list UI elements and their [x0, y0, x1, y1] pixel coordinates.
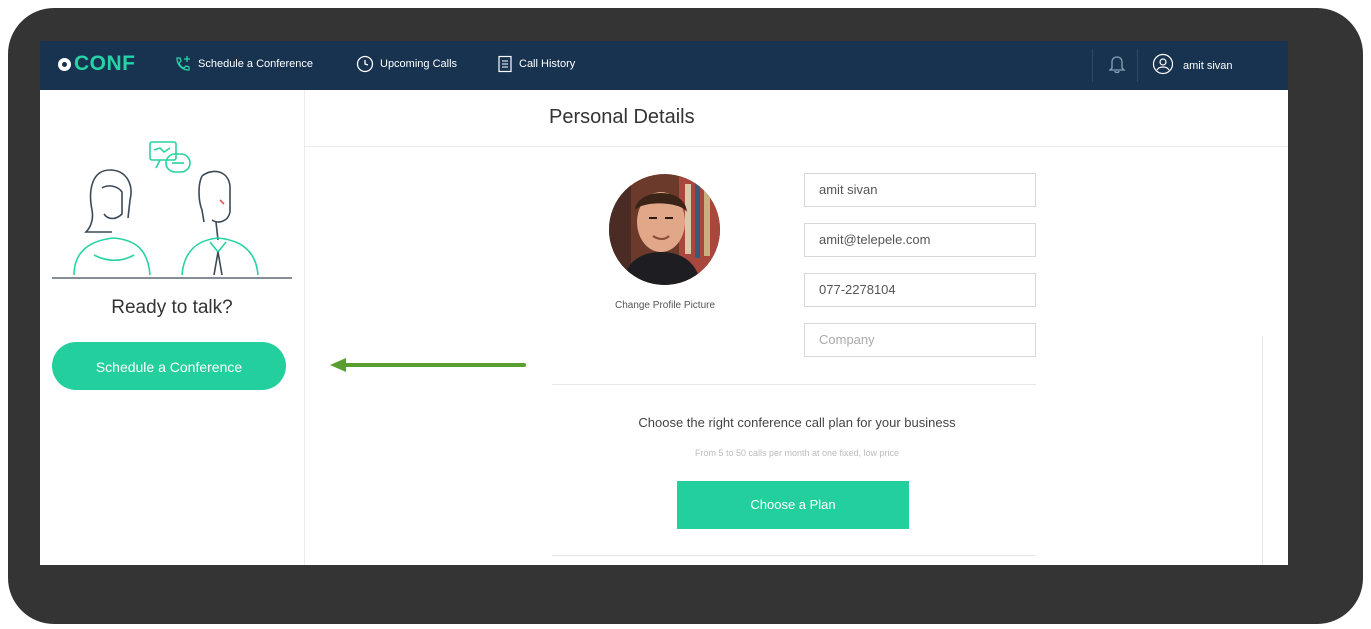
- nav-upcoming-label: Upcoming Calls: [380, 58, 458, 70]
- logo-text: CONF: [74, 52, 136, 75]
- top-navbar: CONF Schedule a Conference Upcoming Call…: [40, 41, 1288, 90]
- nav-divider: [1092, 49, 1093, 82]
- clock-icon: [356, 55, 374, 73]
- arrow-left-icon: [328, 357, 528, 378]
- document-icon: [497, 55, 513, 73]
- change-profile-picture-link[interactable]: Change Profile Picture: [560, 300, 770, 311]
- nav-schedule-label: Schedule a Conference: [198, 58, 313, 70]
- section-divider: [552, 384, 1036, 385]
- left-sidebar: Ready to talk? Schedule a Conference: [40, 90, 305, 565]
- people-talking-illustration: [52, 140, 292, 285]
- plan-heading: Choose the right conference call plan fo…: [638, 415, 956, 430]
- user-menu[interactable]: amit sivan: [1152, 53, 1233, 78]
- nav-schedule-conference[interactable]: Schedule a Conference: [174, 55, 313, 73]
- phone-plus-icon: [174, 55, 192, 73]
- main-header: Personal Details: [305, 90, 1288, 147]
- nav-call-history[interactable]: Call History: [497, 55, 575, 73]
- scrollbar-track[interactable]: [1262, 336, 1263, 565]
- section-divider: [552, 555, 1036, 556]
- app-window: CONF Schedule a Conference Upcoming Call…: [40, 41, 1288, 565]
- profile-avatar[interactable]: [609, 174, 720, 285]
- choose-plan-button[interactable]: Choose a Plan: [677, 481, 909, 529]
- user-avatar-icon: [1152, 53, 1174, 78]
- nav-history-label: Call History: [519, 58, 576, 70]
- phone-field[interactable]: 077-2278104: [804, 273, 1036, 307]
- company-field[interactable]: Company: [804, 323, 1036, 357]
- name-field[interactable]: amit sivan: [804, 173, 1036, 207]
- ready-to-talk-heading: Ready to talk?: [111, 297, 233, 318]
- schedule-conference-button[interactable]: Schedule a Conference: [52, 342, 286, 390]
- plan-subtext: From 5 to 50 calls per month at one fixe…: [694, 448, 900, 458]
- page-title: Personal Details: [549, 106, 695, 128]
- app-logo[interactable]: CONF: [58, 52, 136, 76]
- user-name: amit sivan: [1183, 59, 1233, 72]
- email-field[interactable]: amit@telepele.com: [804, 223, 1036, 257]
- bell-icon[interactable]: [1108, 54, 1126, 79]
- nav-upcoming-calls[interactable]: Upcoming Calls: [356, 55, 457, 73]
- logo-mark-icon: [58, 58, 71, 71]
- nav-divider: [1137, 49, 1138, 82]
